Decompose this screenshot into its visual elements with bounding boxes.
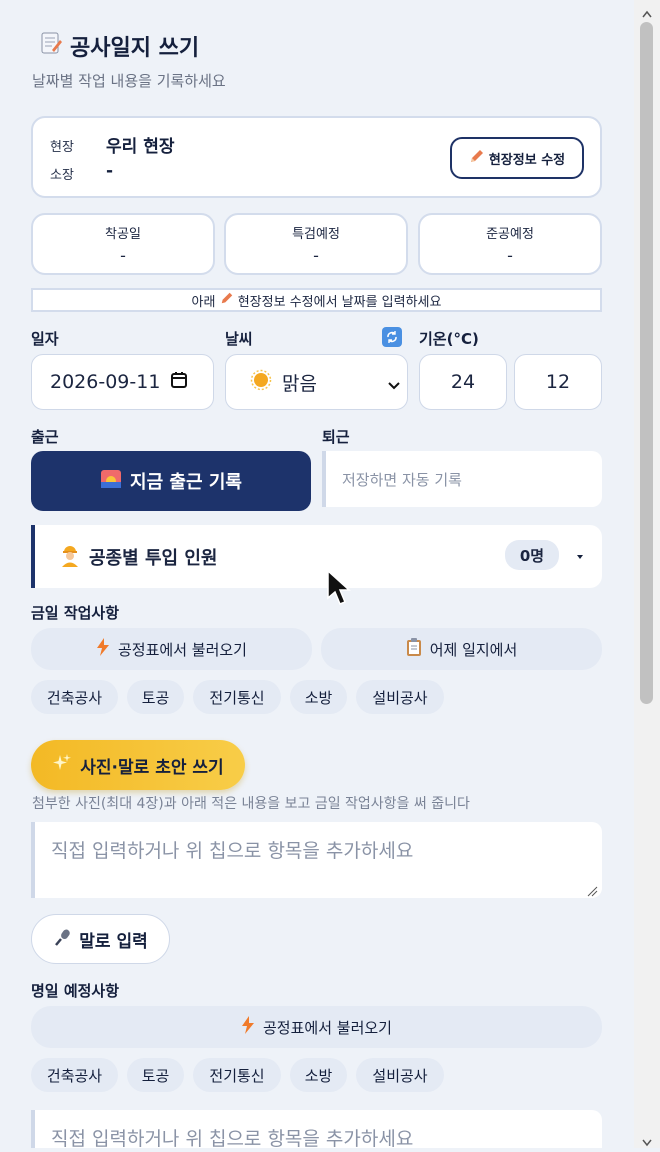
chip-electrical[interactable]: 전기통신	[193, 680, 281, 714]
today-work-textarea[interactable]: 직접 입력하거나 위 칩으로 항목을 추가하세요	[31, 822, 602, 898]
caret-down-icon[interactable]	[575, 547, 585, 566]
site-name: 우리 현장	[106, 137, 175, 157]
page-title: 공사일지 쓰기	[38, 30, 199, 62]
inspection-date-value: -	[313, 246, 319, 265]
tomorrow-chip-architecture[interactable]: 건축공사	[31, 1058, 118, 1092]
resize-handle-icon[interactable]	[586, 882, 598, 901]
inspection-date-label: 특검예정	[292, 227, 340, 242]
chip-facilities[interactable]: 설비공사	[356, 680, 444, 714]
date-input[interactable]: 2026-09-11	[31, 354, 214, 410]
scroll-down-arrow-icon[interactable]	[641, 1133, 653, 1152]
tomorrow-load-schedule-button[interactable]: 공정표에서 불러오기	[31, 1006, 602, 1048]
tomorrow-plan-textarea[interactable]: 직접 입력하거나 위 칩으로 항목을 추가하세요	[31, 1110, 602, 1150]
worker-icon	[59, 543, 81, 571]
start-date-label: 착공일	[105, 227, 141, 242]
checkout-label: 퇴근	[322, 428, 350, 446]
chip-earthwork[interactable]: 토공	[127, 680, 184, 714]
manager-name: -	[106, 161, 114, 181]
checkin-button[interactable]: 지금 출근 기록	[31, 451, 311, 511]
lightning-icon	[241, 1016, 255, 1038]
edit-site-button[interactable]: 현장정보 수정	[450, 137, 584, 179]
manager-label: 소장	[50, 168, 74, 183]
tomorrow-chip-earthwork[interactable]: 토공	[127, 1058, 184, 1092]
memo-icon	[38, 30, 64, 62]
temp-high-input[interactable]: 24	[419, 354, 507, 410]
lightning-icon	[96, 638, 110, 660]
workers-section[interactable]: 공종별 투입 인원 0명	[31, 525, 602, 588]
tomorrow-chip-electrical[interactable]: 전기통신	[193, 1058, 281, 1092]
date-label: 일자	[31, 330, 59, 348]
start-date-card: 착공일 -	[31, 213, 215, 275]
tomorrow-chip-facilities[interactable]: 설비공사	[356, 1058, 444, 1092]
chevron-down-icon	[387, 375, 401, 397]
checkin-label: 출근	[31, 428, 59, 446]
tomorrow-chip-fire[interactable]: 소방	[290, 1058, 347, 1092]
tomorrow-plan-label: 명일 예정사항	[31, 982, 120, 1000]
chip-fire[interactable]: 소방	[290, 680, 347, 714]
completion-date-value: -	[507, 246, 513, 265]
site-label: 현장	[50, 140, 74, 155]
calendar-icon[interactable]	[170, 371, 188, 394]
ai-draft-button[interactable]: 사진·말로 초안 쓰기	[31, 740, 245, 790]
sparkles-icon	[52, 753, 72, 778]
start-date-value: -	[120, 246, 126, 265]
temp-label: 기온(°C)	[419, 330, 479, 348]
mouse-cursor-icon	[327, 569, 351, 612]
today-work-label: 금일 작업사항	[31, 604, 120, 622]
weather-select[interactable]: 맑음	[225, 354, 408, 410]
page-subtitle: 날짜별 작업 내용을 기록하세요	[32, 72, 226, 90]
refresh-weather-icon[interactable]	[382, 327, 402, 347]
clipboard-icon	[406, 638, 422, 660]
checkout-field[interactable]: 저장하면 자동 기록	[322, 451, 602, 507]
pencil-icon	[220, 291, 234, 309]
voice-input-button[interactable]: 말로 입력	[31, 914, 170, 964]
diary-page: 공사일지 쓰기 날짜별 작업 내용을 기록하세요 현장 우리 현장 소장 - 현…	[0, 0, 634, 1150]
workers-title: 공종별 투입 인원	[89, 547, 218, 569]
chip-architecture[interactable]: 건축공사	[31, 680, 118, 714]
load-schedule-button[interactable]: 공정표에서 불러오기	[31, 628, 312, 670]
pencil-icon	[469, 148, 485, 168]
inspection-date-card: 특검예정 -	[224, 213, 408, 275]
date-hint: 아래 현장정보 수정에서 날짜를 입력하세요	[31, 288, 602, 312]
microphone-icon	[53, 927, 73, 952]
load-yesterday-button[interactable]: 어제 일지에서	[321, 628, 602, 670]
ai-draft-note: 첨부한 사진(최대 4장)과 아래 적은 내용을 보고 금일 작업사항을 써 줍…	[32, 796, 470, 812]
completion-date-card: 준공예정 -	[418, 213, 602, 275]
scrollbar-thumb[interactable]	[640, 22, 653, 704]
workers-count-badge: 0명	[505, 540, 559, 570]
sun-icon	[250, 369, 272, 396]
weather-label: 날씨	[225, 330, 253, 348]
scroll-up-arrow-icon[interactable]	[641, 4, 653, 23]
temp-low-input[interactable]: 12	[514, 354, 602, 410]
sunrise-icon	[100, 468, 122, 495]
completion-date-label: 준공예정	[486, 227, 534, 242]
